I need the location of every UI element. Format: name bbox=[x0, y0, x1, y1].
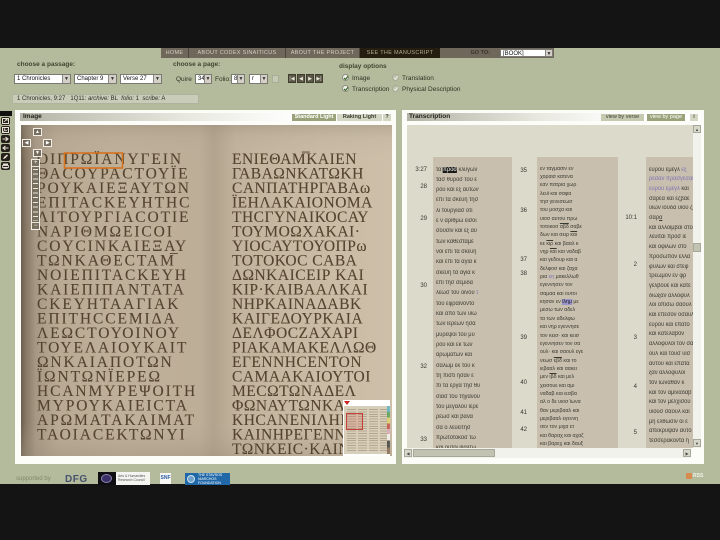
svg-text:ΤΩΝΚΕΙC·ΚΑΙΝ: ΤΩΝΚΕΙC·ΚΑΙΝ bbox=[232, 441, 350, 456]
svg-text:ΤΑΟΙΑCΕΚΤΩΝΥΙ: ΤΑΟΙΑCΕΚΤΩΝΥΙ bbox=[37, 426, 187, 443]
